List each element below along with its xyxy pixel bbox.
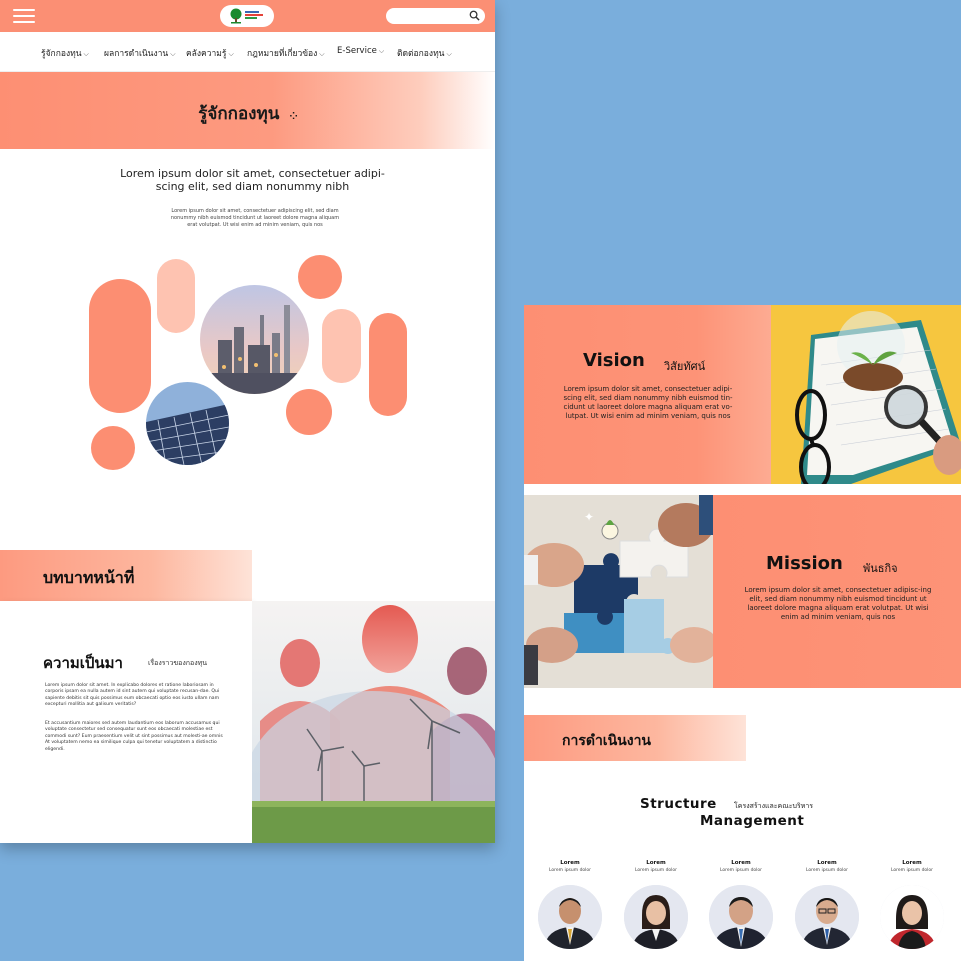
vision-subtitle: วิสัยทัศน์ [664, 360, 706, 373]
people-wind-turbine-photo [252, 601, 495, 843]
history-paragraph: Et accusantium maiores sed autem laudant… [45, 721, 223, 752]
avatar [624, 885, 688, 949]
search-input[interactable] [386, 8, 485, 24]
website-mockup-left: รู้จักกองทุน ⌵ ผลการดำเนินงาน ⌵ คลังความรู… [0, 0, 495, 843]
management-title: Management [700, 813, 805, 829]
history-subtitle: เรื่องราวของกองทุน [148, 659, 208, 667]
page-title: รู้จักกองทุน ⁘ [0, 100, 495, 127]
mission-title: Mission [766, 553, 843, 574]
avatar [538, 885, 602, 949]
nav-item-contact[interactable]: ติดต่อกองทุน ⌵ [397, 46, 452, 60]
sparkle-icon: ⁘ [289, 111, 297, 122]
member-role: Lorem [560, 860, 580, 866]
main-nav: รู้จักกองทุน ⌵ ผลการดำเนินงาน ⌵ คลังความรู… [0, 32, 495, 72]
nav-label: รู้จักกองทุน [41, 49, 82, 59]
solar-panel-photo [146, 382, 229, 465]
section-header-operations: การดำเนินงาน [524, 715, 746, 761]
nav-label: ติดต่อกองทุน [397, 49, 445, 59]
vision-title: Vision [583, 350, 645, 371]
nav-item-performance[interactable]: ผลการดำเนินงาน ⌵ [104, 46, 176, 60]
nav-label: E-Service [337, 46, 377, 56]
structure-title: Structure [640, 796, 717, 812]
decor-capsule [369, 313, 407, 416]
section-header-roles: บทบาทหน้าที่ [0, 550, 252, 601]
search-icon[interactable] [469, 10, 480, 21]
power-plant-photo [200, 285, 309, 394]
logo[interactable] [220, 5, 274, 27]
section-title: การดำเนินงาน [562, 733, 652, 749]
history-title: ความเป็นมา [43, 654, 123, 672]
puzzle-hands-photo: ✦ [524, 495, 713, 688]
chevron-down-icon: ⌵ [228, 50, 234, 58]
member-card[interactable]: Lorem Lorem ipsum dolor [621, 860, 691, 949]
section-title: บทบาทหน้าที่ [43, 568, 135, 587]
decor-capsule [157, 259, 195, 333]
vision-body: Lorem ipsum dolor sit amet, consectetuer… [563, 385, 733, 420]
chevron-down-icon: ⌵ [378, 47, 385, 55]
intro-heading: Lorem ipsum dolor sit amet, consectetuer… [120, 167, 385, 193]
structure-subtitle: โครงสร้างและคณะบริหาร [734, 802, 814, 810]
decor-circle [286, 389, 332, 435]
member-card[interactable]: Lorem Lorem ipsum dolor [706, 860, 776, 949]
member-name: Lorem ipsum dolor [890, 868, 934, 873]
notebook-magnifier-photo [771, 305, 961, 484]
nav-item-about[interactable]: รู้จักกองทุน ⌵ [41, 46, 89, 60]
member-name: Lorem ipsum dolor [719, 868, 763, 873]
decor-circle [91, 426, 135, 470]
member-card[interactable]: Lorem Lorem ipsum dolor [792, 860, 862, 949]
vision-section: Vision วิสัยทัศน์ Lorem ipsum dolor sit … [524, 305, 771, 484]
nav-item-knowledge[interactable]: คลังความรู้ ⌵ [186, 46, 234, 60]
nav-label: ผลการดำเนินงาน [104, 49, 169, 59]
decor-circle [298, 255, 342, 299]
top-bar [0, 0, 495, 32]
history-paragraph: Lorem ipsum dolor sit amet. In explicabo… [45, 683, 220, 708]
hero-banner: รู้จักกองทุน ⁘ [0, 72, 495, 149]
hamburger-menu-icon[interactable] [13, 9, 35, 24]
mission-body: Lorem ipsum dolor sit amet, consectetuer… [744, 586, 932, 621]
chevron-down-icon: ⌵ [319, 50, 325, 58]
member-role: Lorem [817, 860, 837, 866]
chevron-down-icon: ⌵ [446, 50, 452, 58]
avatar [709, 885, 773, 949]
member-name: Lorem ipsum dolor [805, 868, 849, 873]
member-name: Lorem ipsum dolor [548, 868, 592, 873]
nav-item-laws[interactable]: กฎหมายที่เกี่ยวข้อง ⌵ [247, 46, 325, 60]
page-title-text: รู้จักกองทุน [198, 104, 280, 124]
member-card[interactable]: Lorem Lorem ipsum dolor [535, 860, 605, 949]
member-role: Lorem [902, 860, 922, 866]
decor-capsule [322, 309, 361, 383]
mission-section: Mission พันธกิจ Lorem ipsum dolor sit am… [713, 495, 961, 688]
avatar [795, 885, 859, 949]
nav-label: กฎหมายที่เกี่ยวข้อง [247, 49, 318, 59]
mission-subtitle: พันธกิจ [863, 562, 898, 575]
tree-logo-icon [230, 8, 242, 24]
website-mockup-right: Vision วิสัยทัศน์ Lorem ipsum dolor sit … [524, 305, 961, 961]
chevron-down-icon: ⌵ [83, 50, 89, 58]
svg-text:✦: ✦ [584, 510, 594, 524]
member-name: Lorem ipsum dolor [634, 868, 678, 873]
member-role: Lorem [646, 860, 666, 866]
decor-capsule [89, 279, 151, 413]
avatar [880, 885, 944, 949]
nav-label: คลังความรู้ [186, 49, 227, 59]
member-role: Lorem [731, 860, 751, 866]
logo-wordmark [245, 11, 265, 19]
intro-body: Lorem ipsum dolor sit amet, consectetuer… [170, 208, 340, 228]
nav-item-eservice[interactable]: E-Service ⌵ [337, 46, 384, 56]
chevron-down-icon: ⌵ [170, 50, 176, 58]
member-card[interactable]: Lorem Lorem ipsum dolor [877, 860, 947, 949]
history-panel: ความเป็นมา เรื่องราวของกองทุน Lorem ipsu… [0, 601, 252, 843]
